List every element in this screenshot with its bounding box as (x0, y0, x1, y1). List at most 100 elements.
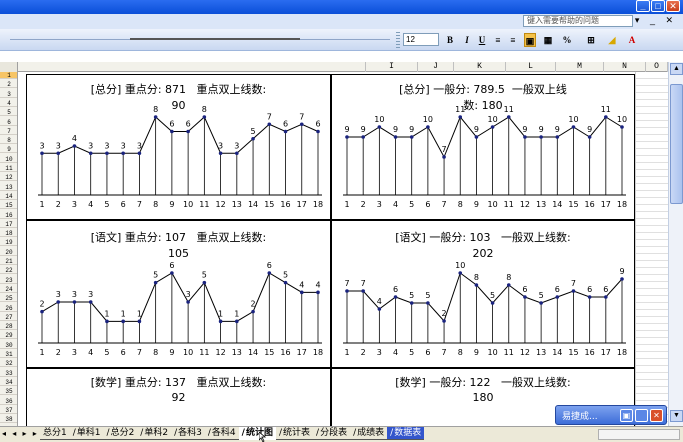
x-tick-label: 9 (474, 200, 479, 209)
borders-button[interactable]: ⊞ (585, 33, 597, 47)
tab-sheet[interactable]: 各科4 (204, 427, 239, 440)
row-number[interactable]: 33 (0, 370, 17, 377)
row-number[interactable]: 23 (0, 277, 17, 284)
row-number[interactable]: 11 (0, 165, 17, 172)
tab-sheet[interactable]: 成绩表 (350, 427, 388, 440)
fill-color-button[interactable]: ◢ (606, 33, 618, 47)
row-number[interactable]: 20 (0, 249, 17, 256)
row-number[interactable]: 22 (0, 267, 17, 275)
row-number[interactable]: 24 (0, 286, 17, 293)
row-number[interactable]: 17 (0, 221, 17, 228)
tab-sheet[interactable]: 分段表 (313, 427, 351, 440)
data-point (620, 125, 624, 129)
font-color-button[interactable]: A (626, 33, 638, 47)
column-header-k[interactable]: K (454, 62, 506, 72)
row-number[interactable]: 29 (0, 332, 17, 340)
column-header-i[interactable]: I (366, 62, 418, 72)
chart-panel-total-key[interactable]: [总分] 重点分: 871 重点双上线数: 90 1 2 3 4 5 6 7 8 9 10 11 12… (26, 74, 331, 220)
data-label: 6 (169, 120, 174, 129)
tab-sheet[interactable]: 数据表 (387, 427, 425, 440)
currency-button[interactable]: ▦ (542, 33, 554, 47)
select-all-corner[interactable] (0, 62, 18, 72)
blank-icon[interactable] (635, 409, 648, 422)
row-number[interactable]: 26 (0, 305, 17, 312)
row-number[interactable]: 37 (0, 407, 17, 414)
row-number[interactable]: 19 (0, 239, 17, 247)
tab-sheet[interactable]: 总分1 (40, 427, 70, 440)
toolbar-gripper-icon[interactable] (396, 32, 400, 48)
row-number[interactable]: 14 (0, 193, 17, 200)
row-number[interactable]: 5 (0, 109, 17, 117)
chart-panel-chinese-key[interactable]: [语文] 重点分: 107 重点双上线数: 105 1 2 3 4 5 6 7 8 9 10 11 1… (26, 220, 331, 368)
row-number[interactable]: 2 (0, 81, 17, 89)
help-search-input[interactable]: 键入需要帮助的问题 (523, 15, 633, 27)
worksheet[interactable]: [总分] 重点分: 871 重点双上线数: 90 1 2 3 4 5 6 7 8 9 10 11 12… (18, 72, 635, 428)
column-header-o[interactable]: O (646, 62, 668, 72)
align-left-button[interactable]: ≡ (492, 33, 504, 47)
data-label: 9 (393, 125, 398, 134)
vertical-scrollbar[interactable]: ▲ ▼ (668, 62, 683, 426)
scroll-thumb[interactable] (670, 84, 683, 204)
row-number[interactable]: 15 (0, 202, 17, 210)
row-number[interactable]: 6 (0, 119, 17, 126)
minimize-button[interactable]: _ (636, 0, 650, 12)
bold-button[interactable]: B (444, 33, 456, 47)
tab-sheet[interactable]: 单科1 (69, 427, 104, 440)
data-label: 4 (315, 280, 320, 289)
row-number[interactable]: 25 (0, 295, 17, 303)
tab-sheet[interactable]: 统计表 (275, 427, 314, 440)
horizontal-scrollbar[interactable] (598, 429, 680, 440)
row-number[interactable]: 27 (0, 314, 17, 321)
chart-panel-chinese-general[interactable]: [语文] 一般分: 103 一般双上线数: 202 1 2 3 4 5 6 7 8 9 10 11 1… (331, 220, 635, 368)
row-number[interactable]: 1 (0, 72, 17, 79)
restore-icon[interactable]: ▣ (620, 409, 633, 422)
row-number[interactable]: 30 (0, 342, 17, 349)
row-number[interactable]: 28 (0, 323, 17, 331)
row-number[interactable]: 31 (0, 351, 17, 358)
data-point (121, 319, 125, 324)
column-header-l[interactable]: L (506, 62, 556, 72)
font-size-select[interactable]: 12 (403, 33, 439, 46)
chart-panel-total-general[interactable]: [总分] 一般分: 789.5 一般双上线 数: 180 1 2 3 4 5 6 7 8 9 10… (331, 74, 635, 220)
merge-center-button[interactable]: ▣ (524, 33, 536, 47)
row-number[interactable]: 10 (0, 156, 17, 163)
tab-sheet[interactable]: 总分2 (103, 427, 138, 440)
row-number[interactable]: 16 (0, 212, 17, 219)
workbook-window-controls[interactable]: ▾ _ ✕ (635, 15, 677, 26)
row-number[interactable]: 32 (0, 360, 17, 368)
row-number[interactable]: 12 (0, 174, 17, 182)
maximize-button[interactable]: □ (651, 0, 665, 12)
row-number[interactable]: 36 (0, 398, 17, 405)
row-number[interactable]: 3 (0, 91, 17, 98)
align-center-button[interactable]: ≡ (507, 33, 519, 47)
data-point (409, 301, 414, 305)
tab-sheet[interactable]: 各科3 (171, 427, 205, 440)
floating-toolbar[interactable]: 易捷成... ▣ ✕ (555, 405, 667, 425)
row-number[interactable]: 34 (0, 379, 17, 386)
row-number[interactable]: 21 (0, 258, 17, 265)
row-number[interactable]: 35 (0, 388, 17, 396)
row-number[interactable]: 13 (0, 184, 17, 191)
row-number[interactable]: 9 (0, 146, 17, 154)
column-header-j[interactable]: J (418, 62, 454, 72)
scroll-up-icon[interactable]: ▲ (670, 63, 683, 75)
tab-sheet[interactable]: 单科2 (137, 427, 172, 440)
scroll-down-icon[interactable]: ▼ (670, 410, 683, 422)
row-number[interactable]: 7 (0, 128, 17, 135)
italic-button[interactable]: I (461, 33, 473, 47)
tab-nav-buttons[interactable]: ◂ ◂ ▸ ▸ (2, 429, 39, 438)
column-header-m[interactable]: M (556, 62, 604, 72)
grid-cells-column-o[interactable] (635, 72, 668, 426)
row-number[interactable]: 8 (0, 137, 17, 145)
row-number[interactable]: 38 (0, 416, 17, 424)
percent-button[interactable]: % (561, 33, 573, 47)
row-number[interactable]: 18 (0, 230, 17, 238)
data-label: 5 (539, 291, 544, 300)
close-button[interactable]: ✕ (666, 0, 680, 12)
row-number[interactable]: 4 (0, 100, 17, 107)
chart-panel-math-key[interactable]: [数学] 重点分: 137 重点双上线数: 92 (26, 368, 331, 428)
column-header-n[interactable]: N (604, 62, 646, 72)
underline-button[interactable]: U (476, 33, 488, 47)
close-icon[interactable]: ✕ (650, 409, 663, 422)
tab-sheet[interactable]: 统计图 (238, 427, 276, 440)
